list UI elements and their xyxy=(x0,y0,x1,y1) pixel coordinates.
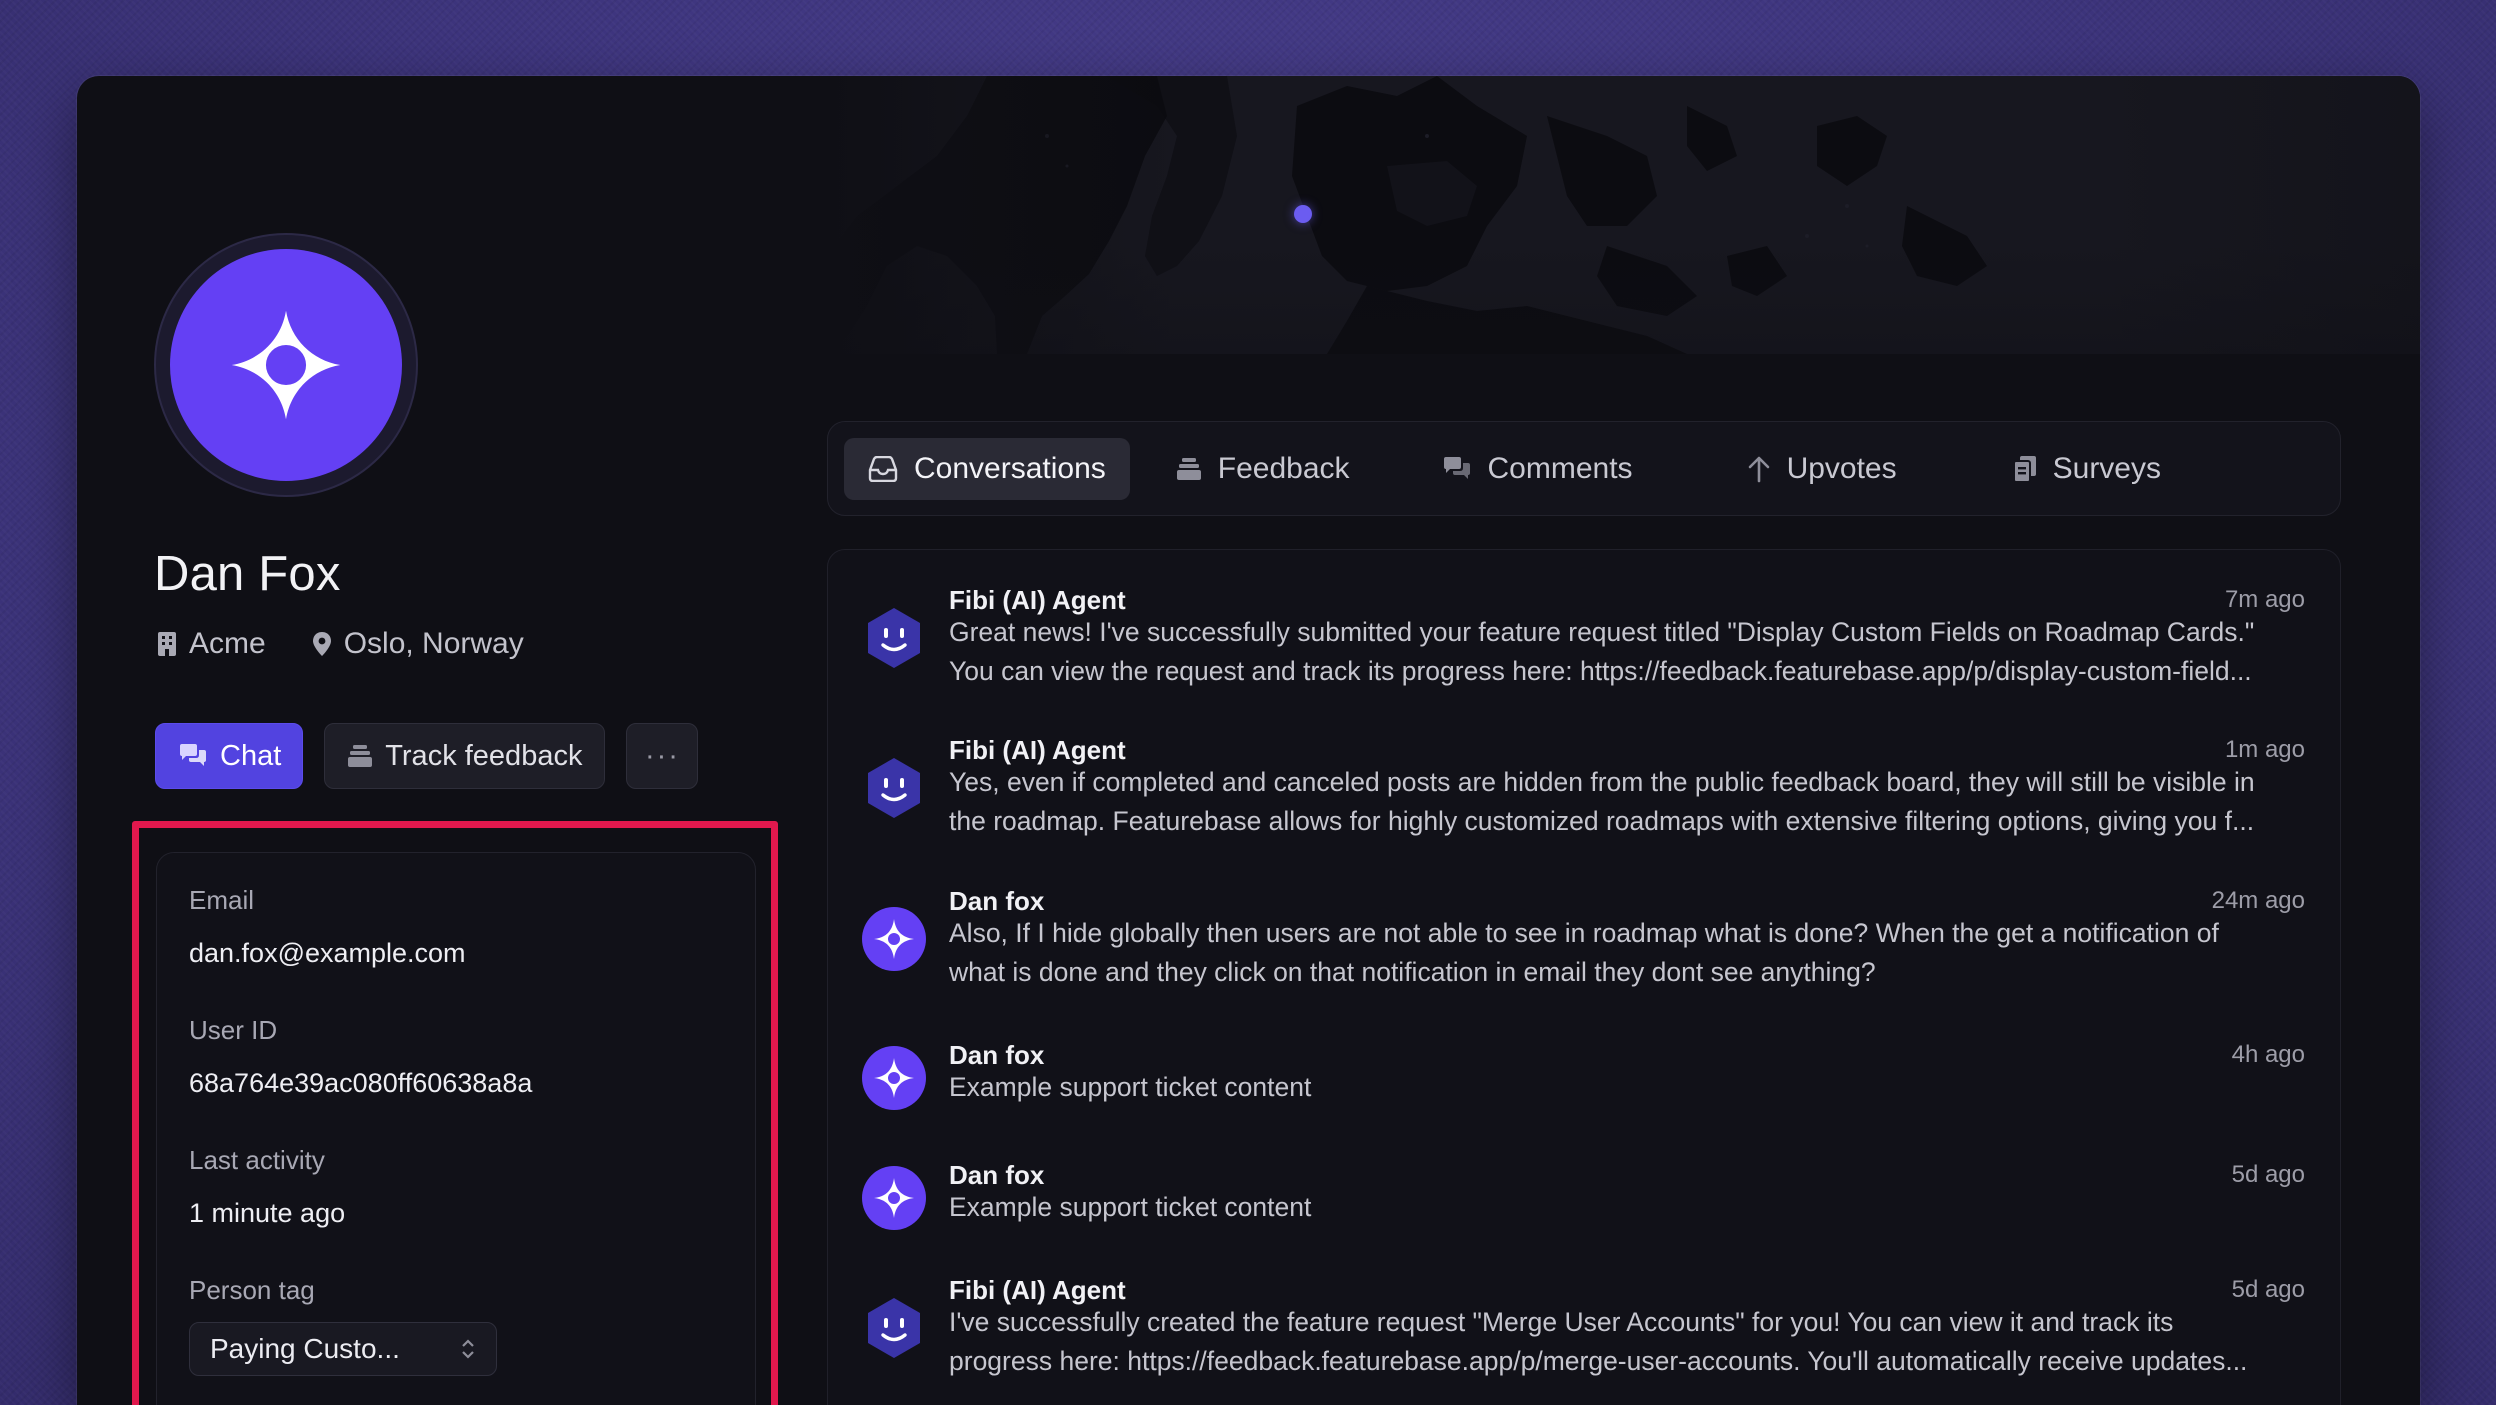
profile-tabs: Conversations Feedback Comments Upvotes xyxy=(827,421,2341,516)
tab-conversations[interactable]: Conversations xyxy=(844,437,1130,500)
arrow-up-icon xyxy=(1748,456,1769,482)
conversation-list: Fibi (AI) Agent 7m ago Great news! I've … xyxy=(827,549,2341,1405)
location-text: Oslo, Norway xyxy=(343,627,524,660)
map-fade-overlay xyxy=(827,76,2420,354)
location-map xyxy=(827,76,2420,354)
profile-actions: Chat Track feedback ··· xyxy=(155,723,699,789)
tab-feedback[interactable]: Feedback xyxy=(1152,438,1374,500)
user-avatar-icon xyxy=(862,1046,926,1110)
tab-upvotes[interactable]: Upvotes xyxy=(1723,438,1921,500)
user-avatar-icon xyxy=(862,907,926,971)
tab-comments[interactable]: Comments xyxy=(1418,438,1657,500)
clipboard-icon xyxy=(2012,455,2036,483)
ai-agent-avatar-icon xyxy=(868,758,920,818)
user-avatar-icon xyxy=(862,1166,926,1230)
user-avatar xyxy=(170,249,402,481)
user-name: Dan Fox xyxy=(154,547,341,601)
highlight-box xyxy=(132,821,778,1405)
user-meta: Acme Oslo, Norway xyxy=(157,627,524,661)
building-icon xyxy=(158,632,176,656)
profile-window: Dan Fox Acme Oslo, Norway Chat Track fee… xyxy=(77,76,2420,1405)
track-feedback-button[interactable]: Track feedback xyxy=(324,723,606,789)
brand-logo-icon xyxy=(231,310,341,420)
ai-agent-avatar-icon xyxy=(868,1298,920,1358)
ellipsis-icon: ··· xyxy=(644,739,680,772)
more-options-button[interactable]: ··· xyxy=(626,723,699,789)
stack-icon xyxy=(1176,457,1201,480)
location-pin xyxy=(1294,205,1312,223)
inbox-icon xyxy=(868,455,898,482)
user-avatar-ring xyxy=(154,233,418,497)
ai-agent-avatar-icon xyxy=(868,608,920,668)
chat-bubbles-icon xyxy=(1443,456,1470,479)
company-name: Acme xyxy=(189,627,266,660)
stack-icon xyxy=(348,745,373,767)
location-pin-icon xyxy=(312,632,331,656)
chat-bubbles-icon xyxy=(180,744,206,766)
tab-surveys[interactable]: Surveys xyxy=(1989,438,2185,500)
chat-button[interactable]: Chat xyxy=(155,723,304,789)
